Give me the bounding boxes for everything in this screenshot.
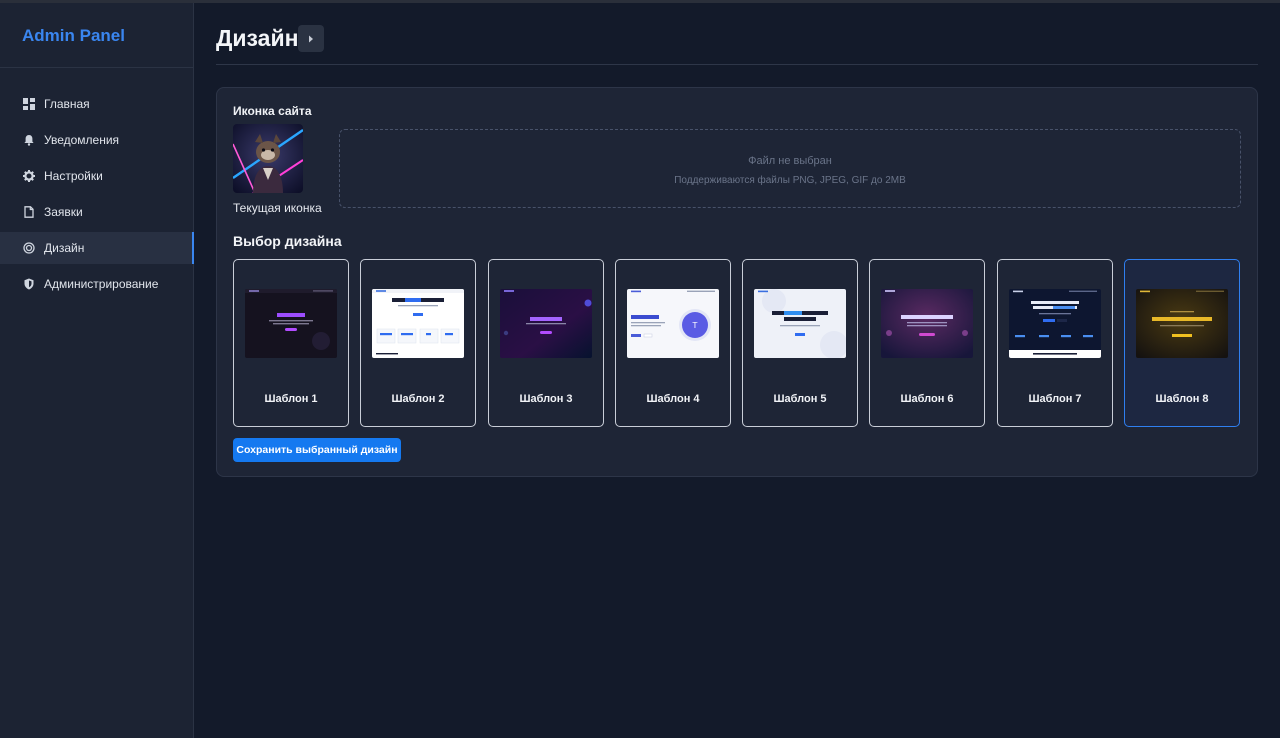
template-preview-3	[500, 289, 592, 358]
template-preview-1	[245, 289, 337, 358]
template-preview-4: T	[627, 289, 719, 358]
design-settings-card: Иконка сайта Текущая иконка Файл не выбр…	[216, 87, 1258, 477]
template-card-5[interactable]: Шаблон 5	[742, 259, 858, 427]
template-grid: Шаблон 1 Шаблон 2 Шаблон 3 T Шаблон 4 Ша…	[233, 259, 1243, 427]
sidebar-item-label: Уведомления	[44, 133, 120, 147]
template-card-8[interactable]: Шаблон 8	[1124, 259, 1240, 427]
dropzone-hint: Поддерживаются файлы PNG, JPEG, GIF до 2…	[674, 175, 906, 186]
template-label: Шаблон 5	[773, 393, 827, 405]
template-preview-5	[754, 289, 846, 358]
template-label: Шаблон 7	[1028, 393, 1082, 405]
sidebar-item-label: Главная	[44, 97, 90, 111]
page-title: Дизайн	[216, 25, 299, 51]
template-card-4[interactable]: T Шаблон 4	[615, 259, 731, 427]
sidebar-item-label: Дизайн	[44, 241, 85, 255]
svg-text:T: T	[692, 321, 698, 330]
sidebar-nav: Главная Уведомления Настройки Заявки Диз…	[0, 88, 194, 300]
template-card-7[interactable]: Шаблон 7	[997, 259, 1113, 427]
template-label: Шаблон 2	[391, 393, 445, 405]
sidebar: Admin Panel Главная Уведомления Настройк…	[0, 3, 194, 738]
template-preview-8	[1136, 289, 1228, 358]
design-selection-title: Выбор дизайна	[233, 233, 342, 249]
template-card-1[interactable]: Шаблон 1	[233, 259, 349, 427]
brand-title[interactable]: Admin Panel	[0, 3, 193, 68]
dashboard-icon	[23, 98, 35, 110]
chevron-right-icon	[309, 35, 313, 42]
template-card-3[interactable]: Шаблон 3	[488, 259, 604, 427]
sidebar-toggle-button[interactable]	[298, 25, 324, 52]
page-header: Дизайн	[216, 3, 1258, 65]
current-favicon-caption: Текущая иконка	[233, 201, 322, 215]
sidebar-item-design[interactable]: Дизайн	[0, 232, 194, 264]
sidebar-item-settings[interactable]: Настройки	[0, 160, 193, 192]
template-card-2[interactable]: Шаблон 2	[360, 259, 476, 427]
template-label: Шаблон 4	[646, 393, 700, 405]
sidebar-item-notifications[interactable]: Уведомления	[0, 124, 193, 156]
template-label: Шаблон 1	[264, 393, 318, 405]
current-favicon-image	[233, 124, 303, 193]
sidebar-item-label: Настройки	[44, 169, 103, 183]
template-preview-7	[1009, 289, 1101, 358]
template-preview-2	[372, 289, 464, 358]
favicon-section-label: Иконка сайта	[233, 104, 312, 118]
template-card-6[interactable]: Шаблон 6	[869, 259, 985, 427]
main-content: Дизайн Иконка сайта Текущая иконка Файл …	[216, 3, 1258, 477]
favicon-upload-dropzone[interactable]: Файл не выбран Поддерживаются файлы PNG,…	[339, 129, 1241, 208]
dropzone-status: Файл не выбран	[748, 155, 832, 167]
gear-icon	[23, 170, 35, 182]
save-design-button[interactable]: Сохранить выбранный дизайн	[233, 438, 401, 462]
template-preview-6	[881, 289, 973, 358]
document-icon	[23, 206, 35, 218]
template-label: Шаблон 6	[900, 393, 954, 405]
template-label: Шаблон 3	[519, 393, 573, 405]
sidebar-item-requests[interactable]: Заявки	[0, 196, 193, 228]
shield-icon	[23, 278, 35, 290]
sidebar-item-home[interactable]: Главная	[0, 88, 193, 120]
palette-icon	[23, 242, 35, 254]
bell-icon	[23, 134, 35, 146]
template-label: Шаблон 8	[1155, 393, 1209, 405]
sidebar-item-label: Администрирование	[44, 277, 159, 291]
sidebar-item-label: Заявки	[44, 205, 83, 219]
sidebar-item-administration[interactable]: Администрирование	[0, 268, 193, 300]
